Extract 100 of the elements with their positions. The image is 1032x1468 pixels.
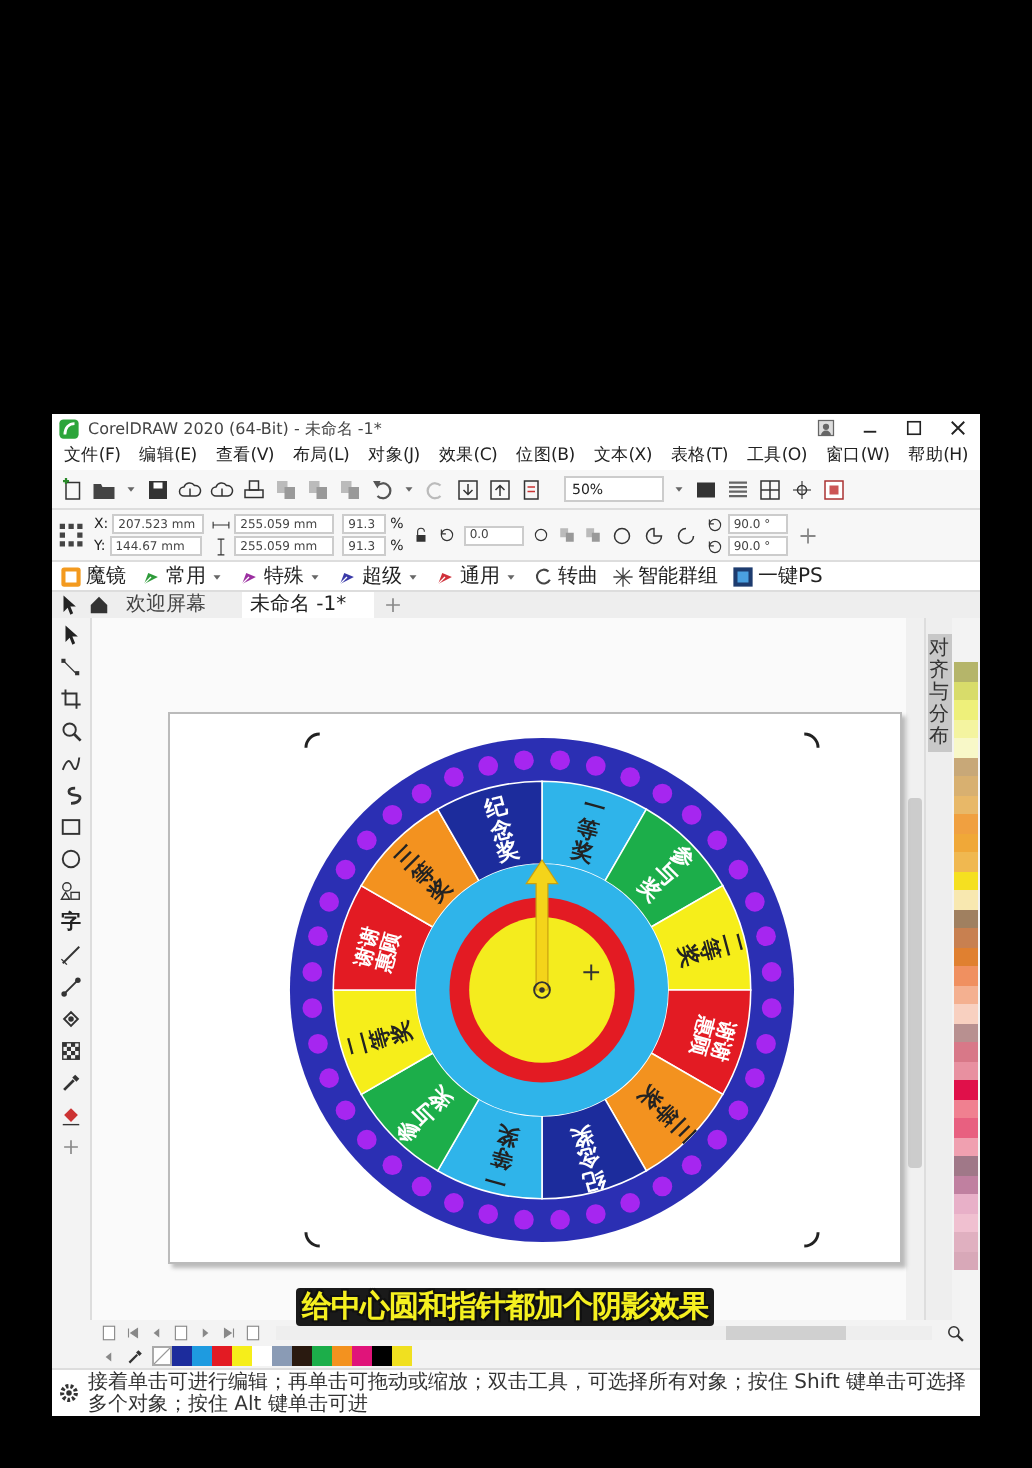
import-icon[interactable] [456, 477, 480, 501]
pointer-arrow[interactable] [524, 858, 558, 991]
line-icon[interactable] [60, 944, 82, 966]
rectangle-icon[interactable] [60, 816, 82, 838]
color-swatch[interactable] [954, 776, 978, 795]
first-page-icon[interactable] [124, 1323, 142, 1341]
menu-item[interactable]: 帮助(H) [908, 444, 968, 468]
plugin-button[interactable]: 通用 [434, 562, 518, 590]
settings-icon[interactable] [58, 1382, 80, 1404]
copy-icon[interactable] [274, 477, 298, 501]
color-swatch[interactable] [954, 1194, 978, 1213]
document-tab[interactable]: 未命名 -1* [242, 592, 375, 618]
color-swatch[interactable] [954, 1118, 978, 1137]
eyedropper-icon[interactable] [60, 1072, 82, 1094]
plugin-button[interactable]: 魔镜 [60, 562, 126, 590]
plugin-button[interactable]: 智能群组 [612, 562, 718, 590]
plugin-button[interactable]: 转曲 [532, 562, 598, 590]
blend-icon[interactable] [60, 1008, 82, 1030]
color-swatch[interactable] [292, 1346, 312, 1366]
snap-icon[interactable] [790, 477, 814, 501]
freehand-icon[interactable] [60, 752, 82, 774]
color-swatch[interactable] [392, 1346, 412, 1366]
add-page-icon[interactable] [244, 1323, 262, 1341]
color-swatch[interactable] [954, 1232, 978, 1251]
plugin-button[interactable]: 超级 [336, 562, 420, 590]
menu-item[interactable]: 表格(T) [670, 444, 728, 468]
mirror-horizontal-icon[interactable] [557, 526, 576, 544]
shapes-icon[interactable] [60, 880, 82, 902]
scrollbar-thumb[interactable] [908, 798, 922, 1168]
pdf-icon[interactable] [520, 477, 544, 501]
menu-item[interactable]: 对象(J) [368, 444, 420, 468]
save-icon[interactable] [146, 477, 170, 501]
plugin-button[interactable]: 一键PS [732, 562, 823, 590]
menu-item[interactable]: 工具(O) [746, 444, 807, 468]
ellipse-icon[interactable] [60, 848, 82, 870]
page-icon[interactable] [172, 1323, 190, 1341]
plugin-button[interactable]: 常用 [140, 562, 224, 590]
mirror-vertical-icon[interactable] [583, 526, 602, 544]
cloud-upload-icon[interactable] [210, 477, 234, 501]
menu-item[interactable]: 布局(L) [293, 444, 350, 468]
zoom-icon[interactable] [946, 1323, 964, 1341]
shape-tool-icon[interactable] [60, 656, 82, 678]
clipboard-icon[interactable] [338, 477, 362, 501]
no-color-swatch[interactable] [152, 1346, 172, 1366]
color-swatch[interactable] [954, 966, 978, 985]
color-swatch[interactable] [954, 928, 978, 947]
export-icon[interactable] [488, 477, 512, 501]
color-swatch[interactable] [172, 1346, 192, 1366]
scrollbar-thumb[interactable] [726, 1325, 846, 1339]
user-icon[interactable] [816, 418, 836, 438]
circle-icon[interactable] [531, 526, 550, 544]
menu-item[interactable]: 文本(X) [593, 444, 652, 468]
lock-icon[interactable] [411, 526, 430, 544]
menu-item[interactable]: 位图(B) [516, 444, 575, 468]
fill-icon[interactable] [60, 1104, 82, 1126]
document-tab[interactable]: 欢迎屏幕 [118, 592, 234, 618]
color-swatch[interactable] [954, 1042, 978, 1061]
arc-icon[interactable] [673, 523, 698, 547]
new-document-icon[interactable] [60, 477, 84, 501]
rulers-icon[interactable] [726, 477, 750, 501]
reference-point-icon[interactable] [58, 521, 86, 549]
zoom-icon[interactable] [60, 720, 82, 742]
color-swatch[interactable] [954, 700, 978, 719]
text-tool[interactable]: 字 [61, 912, 81, 934]
full-screen-icon[interactable] [694, 477, 718, 501]
cloud-download-icon[interactable] [178, 477, 202, 501]
color-swatch[interactable] [312, 1346, 332, 1366]
close-button[interactable] [948, 418, 968, 438]
menu-item[interactable]: 窗口(W) [825, 444, 890, 468]
undo-icon[interactable] [370, 477, 394, 501]
menu-item[interactable]: 文件(F) [64, 444, 121, 468]
color-swatch[interactable] [352, 1346, 372, 1366]
crop-icon[interactable] [60, 688, 82, 710]
pointer-icon[interactable] [60, 624, 82, 646]
launch-icon[interactable] [822, 477, 846, 501]
color-swatch[interactable] [954, 738, 978, 757]
menu-item[interactable]: 编辑(E) [139, 444, 197, 468]
eyedropper-icon[interactable] [126, 1347, 144, 1365]
plugin-button[interactable]: 特殊 [238, 562, 322, 590]
menu-item[interactable]: 查看(V) [215, 444, 274, 468]
color-swatch[interactable] [252, 1346, 272, 1366]
last-page-icon[interactable] [220, 1323, 238, 1341]
add-tool-icon[interactable] [60, 1136, 82, 1158]
color-swatch[interactable] [272, 1346, 292, 1366]
color-swatch[interactable] [372, 1346, 392, 1366]
color-swatch[interactable] [954, 814, 978, 833]
transparency-icon[interactable] [60, 1040, 82, 1062]
add-icon[interactable] [795, 523, 820, 547]
ellipse-icon[interactable] [609, 523, 634, 547]
color-swatch[interactable] [954, 662, 978, 681]
color-swatch[interactable] [954, 1080, 978, 1099]
add-tab-icon[interactable] [382, 594, 405, 616]
color-swatch[interactable] [954, 890, 978, 909]
grid-icon[interactable] [758, 477, 782, 501]
print-icon[interactable] [242, 477, 266, 501]
add-page-icon[interactable] [100, 1323, 118, 1341]
color-swatch[interactable] [232, 1346, 252, 1366]
color-swatch[interactable] [954, 852, 978, 871]
pointer-icon[interactable] [58, 594, 80, 616]
docker-tab[interactable]: 对齐与分布 [927, 634, 951, 752]
